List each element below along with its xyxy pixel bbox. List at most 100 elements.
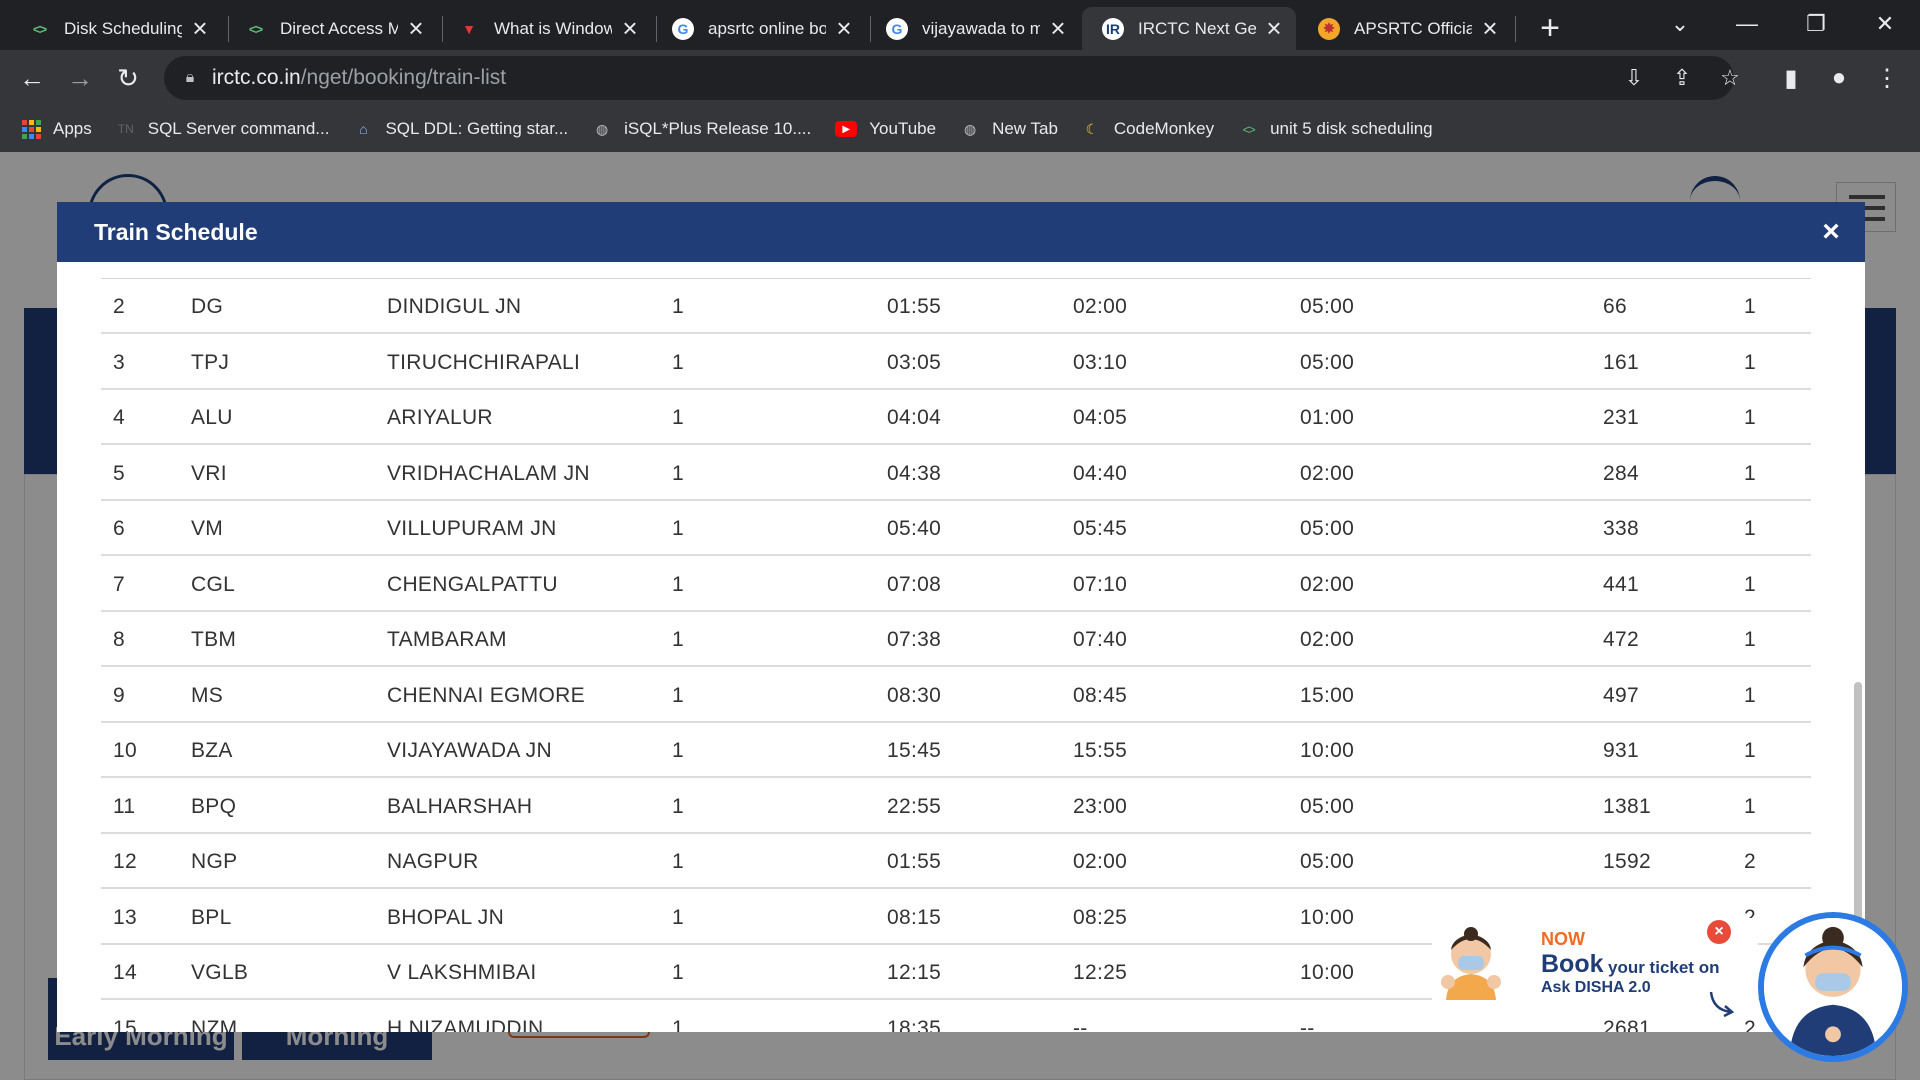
- departure-time: 02:00: [1073, 850, 1128, 873]
- browser-tab[interactable]: ✸ APSRTC Official ×: [1298, 7, 1512, 50]
- close-icon[interactable]: ×: [1817, 217, 1845, 247]
- departure-time: 15:55: [1073, 739, 1128, 762]
- arrival-time: 04:04: [887, 406, 942, 429]
- station-code: BZA: [191, 739, 233, 762]
- arrival-time: 15:45: [887, 739, 942, 762]
- station-code: VRI: [191, 461, 227, 485]
- disha-close-icon[interactable]: ×: [1707, 920, 1731, 944]
- distance: 284: [1603, 461, 1639, 485]
- bookmark-item[interactable]: ◍ iSQL*Plus Release 10....: [592, 119, 811, 139]
- browser-tab[interactable]: <> Direct Access M ×: [224, 7, 438, 50]
- apsrtc-icon: ✸: [1318, 17, 1340, 40]
- arrival-time: 08:30: [887, 683, 942, 707]
- install-app-icon[interactable]: ⇩: [1616, 60, 1652, 96]
- stop-number: 4: [113, 406, 125, 429]
- close-icon[interactable]: ×: [1262, 13, 1286, 43]
- table-row: 15 NZM H NIZAMUDDIN 1 18:35 -- -- 2681 2: [101, 1001, 1811, 1033]
- reload-icon[interactable]: ↻: [108, 58, 148, 98]
- halt-time: 05:00: [1300, 295, 1355, 318]
- bookmark-apps[interactable]: Apps: [22, 119, 92, 139]
- station-code: TPJ: [191, 350, 230, 374]
- curved-arrow-icon: [1709, 991, 1735, 1018]
- departure-time: 05:45: [1073, 517, 1128, 540]
- browser-tab[interactable]: G apsrtc online bo ×: [652, 7, 866, 50]
- station-name: DINDIGUL JN: [387, 295, 522, 318]
- stop-number: 7: [113, 572, 125, 596]
- disha-now-text: NOW: [1541, 929, 1585, 949]
- window-close-icon[interactable]: ✕: [1855, 4, 1915, 44]
- route-number: 1: [672, 683, 684, 707]
- globe-icon: ◍: [963, 120, 977, 137]
- minimize-icon[interactable]: —: [1717, 4, 1777, 44]
- profile-icon[interactable]: ●: [1819, 58, 1859, 98]
- table-row: 9 MS CHENNAI EGMORE 1 08:30 08:45 15:00 497 1: [101, 668, 1811, 723]
- bookmark-item[interactable]: ⌂ SQL DDL: Getting star...: [353, 119, 568, 139]
- new-tab-button[interactable]: +: [1532, 9, 1568, 47]
- day-number: 1: [1744, 406, 1756, 429]
- tab-search-icon[interactable]: ⌄: [1650, 4, 1710, 44]
- close-icon[interactable]: ×: [404, 13, 428, 43]
- route-number: 1: [672, 1016, 684, 1033]
- close-icon[interactable]: ×: [832, 13, 856, 43]
- table-row: 8 TBM TAMBARAM 1 07:38 07:40 02:00 472 1: [101, 612, 1811, 667]
- departure-time: 23:00: [1073, 794, 1128, 818]
- google-icon: G: [886, 17, 908, 40]
- address-bar[interactable]: 🔒︎ irctc.co.in/nget/booking/train-list ⇩…: [164, 56, 1740, 100]
- disha-chatbot-button[interactable]: [1758, 912, 1908, 1062]
- tab-title: APSRTC Official: [1354, 18, 1472, 38]
- banana-icon: ☾: [1085, 120, 1099, 137]
- browser-tab[interactable]: ▼ What is Window ×: [438, 7, 652, 50]
- table-row: 4 ALU ARIYALUR 1 04:04 04:05 01:00 231 1: [101, 390, 1811, 445]
- disha-mascot-icon: [1441, 927, 1501, 1000]
- close-icon[interactable]: ×: [1478, 13, 1502, 43]
- bookmark-item[interactable]: ◍ New Tab: [960, 119, 1058, 139]
- halt-time: 10:00: [1300, 739, 1355, 762]
- bookmark-item[interactable]: ▶ YouTube: [835, 119, 936, 139]
- distance: 2681: [1603, 1016, 1651, 1033]
- tab-title: Direct Access M: [280, 18, 398, 38]
- stop-number: 11: [113, 794, 136, 818]
- halt-time: 10:00: [1300, 905, 1355, 929]
- close-icon[interactable]: ×: [618, 13, 642, 43]
- table-row: 10 BZA VIJAYAWADA JN 1 15:45 15:55 10:00 931 1: [101, 723, 1811, 778]
- globe-icon: ◍: [596, 120, 609, 137]
- close-icon[interactable]: ×: [188, 13, 212, 43]
- table-row: 2 DG DINDIGUL JN 1 01:55 02:00 05:00 66 1: [101, 279, 1811, 334]
- forward-arrow-icon[interactable]: →: [60, 58, 100, 98]
- back-arrow-icon[interactable]: ←: [12, 58, 52, 98]
- station-name: H NIZAMUDDIN: [387, 1016, 544, 1033]
- distance: 472: [1603, 628, 1639, 651]
- tab-separator: [1515, 16, 1516, 42]
- bookmark-label: CodeMonkey: [1113, 119, 1215, 138]
- route-number: 1: [672, 295, 684, 318]
- browser-tab[interactable]: G vijayawada to m ×: [866, 7, 1080, 50]
- arrival-time: 07:38: [887, 628, 942, 651]
- schedule-table: 2 DG DINDIGUL JN 1 01:55 02:00 05:00 66 1 3 TPJ TIR…: [57, 262, 1865, 1032]
- day-number: 1: [1744, 295, 1756, 318]
- stop-number: 6: [113, 517, 125, 540]
- bookmark-item[interactable]: <> unit 5 disk scheduling: [1238, 119, 1432, 139]
- station-name: VIJAYAWADA JN: [387, 739, 552, 762]
- stop-number: 15: [113, 1016, 137, 1033]
- distance: 931: [1603, 739, 1639, 762]
- route-number: 1: [672, 628, 684, 651]
- restore-icon[interactable]: ❐: [1786, 4, 1846, 44]
- bookmark-star-icon[interactable]: ☆: [1712, 60, 1748, 96]
- day-number: 1: [1744, 739, 1756, 762]
- route-number: 1: [672, 905, 684, 929]
- bookmark-item[interactable]: TN SQL Server command...: [116, 119, 330, 139]
- distance: 1381: [1603, 794, 1651, 818]
- close-icon[interactable]: ×: [1046, 13, 1070, 43]
- bookmark-item[interactable]: ☾ CodeMonkey: [1082, 119, 1214, 139]
- station-name: CHENNAI EGMORE: [387, 683, 585, 707]
- browser-tab[interactable]: <> Disk Scheduling ×: [8, 7, 222, 50]
- menu-kebab-icon[interactable]: ⋮: [1867, 58, 1907, 98]
- distance: 441: [1603, 572, 1639, 596]
- browser-tabstrip: <> Disk Scheduling × <> Direct Access M …: [0, 0, 1920, 50]
- side-panel-icon[interactable]: ▮: [1771, 58, 1811, 98]
- browser-tab-active[interactable]: IR IRCTC Next Gen ×: [1082, 7, 1296, 50]
- share-icon[interactable]: ⇪: [1664, 60, 1700, 96]
- departure-time: 12:25: [1073, 961, 1128, 984]
- house-icon: ⌂: [359, 121, 368, 137]
- station-name: VILLUPURAM JN: [387, 517, 557, 540]
